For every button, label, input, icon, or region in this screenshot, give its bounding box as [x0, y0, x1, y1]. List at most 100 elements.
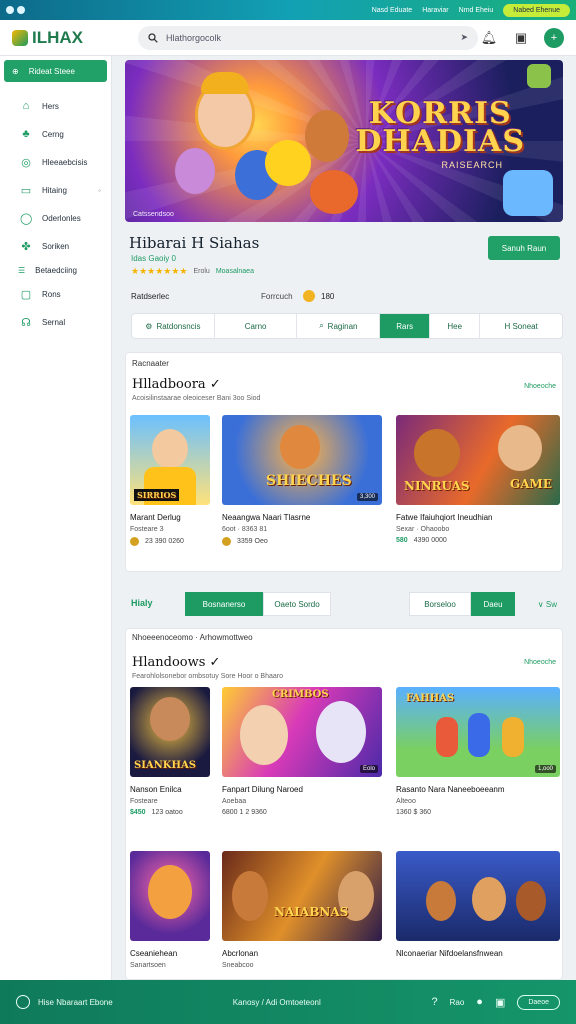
game-card[interactable]: Cseaniehean Sanartsoen [130, 851, 210, 969]
sidebar-item-label: Soriken [42, 241, 70, 251]
tab-extra[interactable]: H Soneat [480, 314, 562, 338]
game-card[interactable]: Nlconaeriar Nifdoelansfnwean [396, 851, 560, 958]
game-card-title: Rasanto Nara Naneeboeeanm [396, 785, 505, 794]
thumb-badge: Eolo [359, 765, 378, 773]
search-bar[interactable]: Hlathorgocolk ➤ [138, 25, 478, 50]
tab-more[interactable]: Hee [430, 314, 481, 338]
sidebar-item-label: Hers [42, 101, 59, 111]
game-card-price: 3359 Oeo [222, 537, 382, 546]
sidebar-item-list[interactable]: ☰ Betaedciing [0, 260, 111, 280]
price-text: 23 390 0260 [145, 538, 184, 545]
filter-tab[interactable]: Oaeto Sordo [263, 592, 331, 616]
bell-icon[interactable]: 🔔︎ [480, 29, 498, 47]
sidebar-item-group[interactable]: ☊ Sernal [0, 308, 111, 336]
chevron-down-icon: ✓ [209, 655, 221, 670]
coin-icon [303, 290, 315, 302]
see-more-link[interactable]: Nhoeoche [524, 659, 556, 666]
tab-label: Raginan [327, 321, 358, 331]
game-card[interactable]: FAHHAS 1,oo0 Rasanto Nara Naneeboeeanm A… [396, 687, 560, 816]
image-icon[interactable]: ▣ [495, 996, 505, 1009]
rating-meta-link[interactable]: Moasalnaea [216, 268, 254, 275]
top-link[interactable]: Nmd Eheiu [459, 7, 494, 14]
thumb-character [414, 429, 460, 477]
game-card[interactable]: SHIECHES 3,300 Neaangwa Naari Tlasrne 6o… [222, 415, 382, 546]
info-icon [16, 995, 30, 1009]
bottom-actions: ? Rao ● ▣ Daeoe [431, 994, 560, 1010]
sidebar-item-chat[interactable]: ◎ Hleeaebcisis [0, 148, 111, 176]
play-button[interactable]: Sanuh Raun [488, 236, 560, 260]
top-link[interactable]: Nasd Eduate [372, 7, 412, 14]
thumb-character [472, 877, 506, 921]
see-more-link[interactable]: Nhoeoche [524, 383, 556, 390]
filter-more[interactable]: ∨ Sw [538, 600, 557, 609]
filter-tab[interactable]: Bosnanerso [185, 592, 263, 616]
game-card-meta: Sneabcoo [222, 962, 254, 969]
price-text: 1360 $ 360 [396, 809, 432, 816]
calendar-icon: ▢ [20, 288, 32, 301]
featured-section: Racnaater Hlladboora ✓ Acoisilinstaarae … [125, 352, 563, 572]
thumb-tag: GAME [510, 477, 552, 491]
sidebar-item-games[interactable]: ♣ Cerng [0, 120, 111, 148]
thumb-character [152, 429, 188, 469]
sidebar-item-ranking[interactable]: ▭ Hitaing ◦ [0, 176, 111, 204]
thumb-tag: SIRRIOS [134, 489, 180, 501]
search-input[interactable]: Hlathorgocolk [166, 33, 221, 43]
sidebar-item-label: Sernal [42, 317, 66, 327]
tab-search[interactable]: ⌕ Raginan [297, 314, 381, 338]
sidebar-item-world[interactable]: ◯ Oderlonles [0, 204, 111, 232]
game-info-panel: Hibarai H Siahas Idas Gaoiy 0 ★★★★★★★ Er… [125, 228, 563, 340]
game-card[interactable]: NINRUAS GAME Fatwe Ifaiuhqiort Ineudhian… [396, 415, 560, 544]
bottom-bar: Hise Nbaraart Ebone Kanosy / Adi Omtoete… [0, 980, 576, 1024]
sidebar-cta-button[interactable]: ⊕ Rideat Steee [4, 60, 107, 82]
brand-logo[interactable]: ILHAX [12, 28, 122, 48]
sidebar-item-people[interactable]: ✤ Soriken [0, 232, 111, 260]
hero-ball [310, 170, 358, 214]
window-dot-icon[interactable] [6, 6, 14, 14]
window-dot-icon[interactable] [17, 6, 25, 14]
thumb-character [232, 871, 268, 921]
top-pill-button[interactable]: Nabed Ehenue [503, 3, 570, 17]
tab-active[interactable]: Rars [380, 314, 431, 338]
bag-icon[interactable]: ▣ [512, 29, 530, 47]
help-icon[interactable]: ? [431, 996, 437, 1008]
sidebar-item-label: Hleeaebcisis [42, 157, 88, 167]
game-thumbnail: SIANKHAS [130, 687, 210, 777]
plus-icon[interactable]: + [544, 27, 564, 48]
game-card[interactable]: CRIMBOS Eolo Fanpart Dilung Naroed Aoeba… [222, 687, 382, 816]
rating: ★★★★★★★ Erolu Moasalnaea [131, 266, 254, 277]
thumb-tag: SHIECHES [266, 473, 352, 489]
game-card-title: Abcrlonan [222, 949, 259, 958]
bottom-left[interactable]: Hise Nbaraart Ebone [16, 995, 113, 1009]
top-link[interactable]: Haraviar [422, 7, 448, 14]
price-text: 3359 Oeo [237, 538, 268, 545]
tab-label: Carno [244, 321, 267, 331]
game-card-price: 580 4390 0000 [396, 537, 560, 544]
section-title[interactable]: Hlandoows ✓ [132, 655, 220, 670]
price-text: 123 oatoo [151, 809, 183, 816]
game-card-title: Cseaniehean [130, 949, 178, 958]
filter-tab[interactable]: Daeu [471, 592, 515, 616]
coin-icon [222, 537, 231, 546]
chevron-down-icon: ∨ [537, 600, 544, 609]
price-text: 6800 1 2 9360 [222, 809, 267, 816]
tab-overview[interactable]: ⚙ Ratdonsncis [132, 314, 215, 338]
filter-bar: Hialy Bosnanerso Oaeto Sordo Borseloo Da… [125, 588, 563, 618]
hero-banner[interactable]: KORRIS DHADIAS RAISEARCH Catsseridsoo [125, 60, 563, 222]
bottom-right-label[interactable]: Rao [450, 998, 465, 1007]
section-title[interactable]: Hlladboora ✓ [132, 377, 221, 392]
game-card-meta: Sexar · Ohaoobo [396, 526, 450, 533]
sidebar-item-home[interactable]: ⌂ Hers [0, 92, 111, 120]
game-card[interactable]: SIRRIOS Marant Derlug Fosteare 3 23 390 … [130, 415, 210, 546]
stat-value: Forrcuch [261, 292, 293, 301]
group-icon: ☊ [21, 316, 31, 329]
send-icon[interactable]: ➤ [460, 32, 468, 43]
filter-tab[interactable]: Borseloo [409, 592, 471, 616]
game-card[interactable]: SIANKHAS Nanson Enilca Fosteare $450 123 … [130, 687, 210, 816]
bottom-button[interactable]: Daeoe [517, 994, 560, 1010]
game-card[interactable]: NAIABNAS Abcrlonan Sneabcoo [222, 851, 382, 969]
sidebar-cta-icon: ⊕ [12, 66, 19, 76]
tab-game[interactable]: Carno [215, 314, 298, 338]
sidebar-item-calendar[interactable]: ▢ Rons [0, 280, 111, 308]
chat-icon[interactable]: ● [476, 996, 483, 1008]
game-card-title: Nanson Enilca [130, 785, 182, 794]
